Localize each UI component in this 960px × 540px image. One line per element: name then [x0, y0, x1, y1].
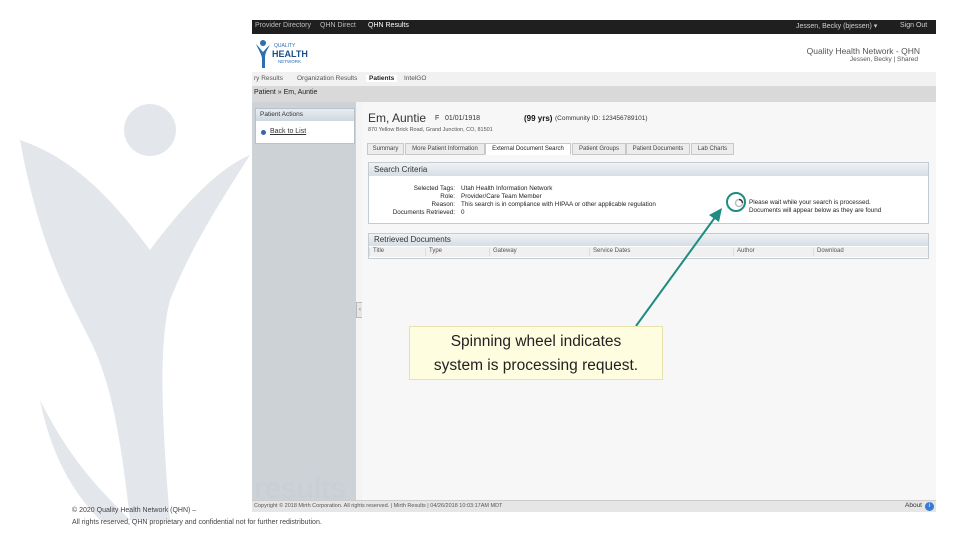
tab-lab-charts[interactable]: Lab Charts: [691, 143, 734, 155]
criteria-label-role: Role:: [440, 193, 455, 200]
processing-message-line1: Please wait while your search is process…: [749, 199, 871, 206]
search-criteria-panel: Search Criteria Selected Tags: Utah Heal…: [368, 162, 929, 224]
breadcrumb-bar: Patient » Em, Auntie: [252, 86, 936, 102]
retrieved-documents-header: Title Type Gateway Service Dates Author …: [369, 247, 928, 257]
column-author[interactable]: Author: [733, 248, 755, 256]
top-navigation-bar: Provider Directory QHN Direct QHN Result…: [252, 20, 936, 34]
back-to-list-link[interactable]: Back to List: [270, 128, 306, 135]
column-title[interactable]: Title: [369, 248, 384, 256]
criteria-value-tags: Utah Health Information Network: [461, 185, 553, 192]
criteria-value-reason: This search is in compliance with HIPAA …: [461, 201, 656, 208]
tab-more-patient-information[interactable]: More Patient Information: [405, 143, 485, 155]
annotation-callout: Spinning wheel indicates system is proce…: [409, 326, 663, 380]
logo-figure-body: [256, 44, 270, 68]
subnav-tab-intelgo[interactable]: IntelGO: [404, 75, 426, 82]
callout-line1: Spinning wheel indicates: [450, 333, 622, 350]
patient-name: Em, Auntie: [368, 111, 427, 125]
column-gateway[interactable]: Gateway: [489, 248, 517, 256]
breadcrumb: Patient » Em, Auntie: [254, 89, 318, 96]
subnav-tab-patients[interactable]: Patients: [366, 75, 398, 82]
organization-name: Quality Health Network - QHN: [806, 46, 920, 56]
patient-actions-panel: Patient Actions Back to List: [255, 108, 355, 144]
retrieved-documents-title: Retrieved Documents: [369, 234, 928, 246]
background-figure-graphic: [20, 104, 250, 520]
tab-summary[interactable]: Summary: [367, 143, 404, 155]
bullet-icon: [261, 130, 266, 135]
patient-age: (99 yrs): [524, 114, 553, 123]
logo-figure-head: [260, 40, 266, 46]
info-icon[interactable]: i: [925, 502, 934, 511]
nav-qhn-direct[interactable]: QHN Direct: [320, 22, 356, 29]
criteria-label-tags: Selected Tags:: [413, 185, 455, 192]
nav-qhn-results[interactable]: QHN Results: [368, 22, 409, 29]
qhn-logo: QUALITY HEALTH NETWORK: [256, 40, 308, 68]
processing-message-line2: Documents will appear below as they are …: [749, 207, 882, 214]
application-window: Provider Directory QHN Direct QHN Result…: [252, 20, 936, 512]
slide-copyright: © 2020 Quality Health Network (QHN) – Al…: [72, 505, 322, 529]
tab-external-document-search[interactable]: External Document Search: [485, 143, 571, 155]
left-column: [252, 102, 356, 502]
slide-copyright-line1: © 2020 Quality Health Network (QHN) –: [72, 507, 197, 514]
nav-provider-directory[interactable]: Provider Directory: [255, 22, 311, 29]
patient-actions-title: Patient Actions: [256, 109, 354, 121]
criteria-label-documents-retrieved: Documents Retrieved:: [392, 209, 455, 216]
patient-address: 870 Yellow Brick Road, Grand Junction, C…: [368, 127, 493, 133]
subnav-tab-organization-results[interactable]: Organization Results: [297, 75, 357, 82]
about-link[interactable]: About: [905, 502, 922, 509]
processing-message: Please wait while your search is process…: [749, 199, 881, 215]
slide-copyright-line2: All rights reserved, QHN proprietary and…: [72, 519, 322, 526]
criteria-value-documents-retrieved: 0: [461, 209, 465, 216]
criteria-label-reason: Reason:: [431, 201, 455, 208]
patient-dob: 01/01/1918: [445, 115, 481, 122]
sign-out-link[interactable]: Sign Out: [900, 22, 927, 29]
column-service-dates[interactable]: Service Dates: [589, 248, 630, 256]
subnav-tab-my-results[interactable]: ry Results: [254, 75, 283, 82]
callout-line2: system is processing request.: [433, 357, 639, 374]
patient-sex: F: [435, 115, 440, 122]
logo-text-network: NETWORK: [278, 59, 301, 64]
patient-community-id: (Community ID: 123456789101): [555, 115, 648, 122]
sub-navigation: ry Results Organization Results Patients…: [252, 72, 936, 86]
column-type[interactable]: Type: [425, 248, 442, 256]
column-download[interactable]: Download: [813, 248, 844, 256]
app-header: QUALITY HEALTH NETWORK Quality Health Ne…: [252, 34, 936, 72]
logo-text-health: HEALTH: [272, 49, 308, 59]
tab-patient-documents[interactable]: Patient Documents: [626, 143, 690, 155]
criteria-value-role: Provider/Care Team Member: [461, 193, 542, 200]
user-shared-line: Jessen, Becky | Shared: [849, 56, 918, 63]
search-criteria-title: Search Criteria: [369, 163, 928, 176]
user-menu[interactable]: Jessen, Becky (bjessen) ▾: [796, 22, 877, 30]
spinner-highlight-ring: [726, 192, 746, 212]
retrieved-documents-panel: Retrieved Documents Title Type Gateway S…: [368, 233, 929, 259]
app-footer: Copyright © 2018 Mirth Corporation. All …: [252, 500, 936, 512]
tab-patient-groups[interactable]: Patient Groups: [572, 143, 626, 155]
